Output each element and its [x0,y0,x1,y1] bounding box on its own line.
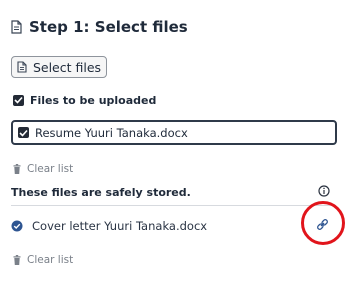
clear-stored-list-button[interactable]: Clear list [13,254,73,266]
select-files-button[interactable]: Select files [11,56,107,78]
upload-section-header: Files to be uploaded [13,93,156,107]
highlight-circle [301,201,345,245]
document-icon [11,20,22,34]
file-checkbox[interactable] [18,127,29,138]
info-icon[interactable] [318,185,330,197]
section-divider [11,205,336,206]
upload-file-row[interactable]: Resume Yuuri Tanaka.docx [11,120,337,145]
select-files-label: Select files [32,59,102,75]
document-icon [17,61,27,73]
page-title: Step 1: Select files [29,18,188,36]
upload-section-label: Files to be uploaded [30,93,157,107]
trash-icon [13,255,21,265]
check-circle-icon [11,220,23,232]
trash-icon [13,164,21,174]
stored-file-name: Cover letter Yuuri Tanaka.docx [32,219,208,233]
clear-list-label: Clear list [27,254,74,266]
step-title: Step 1: Select files [11,16,188,38]
select-all-checkbox[interactable] [13,94,24,106]
clear-list-label: Clear list [27,163,74,175]
upload-file-name: Resume Yuuri Tanaka.docx [35,125,188,140]
clear-upload-list-button[interactable]: Clear list [13,163,73,175]
stored-file-item: Cover letter Yuuri Tanaka.docx [11,218,207,234]
stored-section-header: These files are safely stored. [11,186,191,199]
